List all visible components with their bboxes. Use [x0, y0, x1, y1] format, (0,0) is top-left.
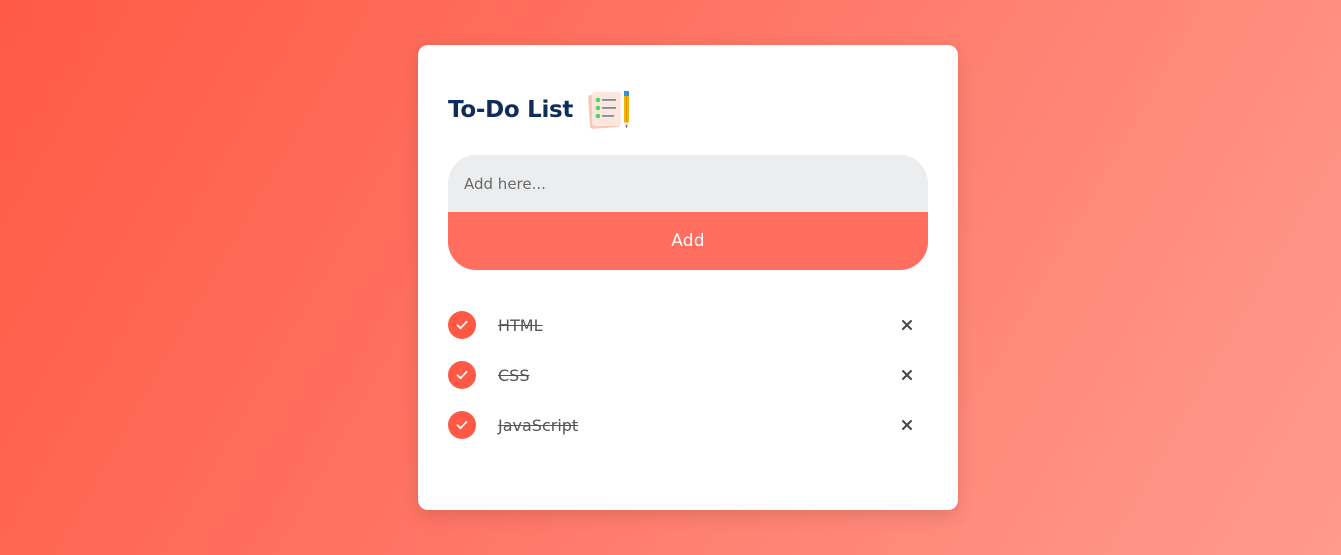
close-icon[interactable] [892, 310, 922, 340]
add-button[interactable]: Add [448, 212, 928, 270]
check-icon[interactable] [448, 361, 476, 389]
todo-card: To-Do List Add here... Add HTML CSS Java… [418, 45, 958, 510]
notepad-pencil-icon [585, 89, 633, 131]
header: To-Do List [448, 90, 633, 130]
list-item[interactable]: CSS [448, 350, 928, 400]
page-title: To-Do List [448, 97, 574, 123]
close-icon[interactable] [892, 360, 922, 390]
task-label: HTML [498, 315, 543, 335]
add-task-form: Add [448, 155, 928, 270]
check-icon[interactable] [448, 311, 476, 339]
task-input[interactable] [448, 155, 928, 212]
task-list: HTML CSS JavaScript [448, 300, 928, 450]
list-item[interactable]: HTML [448, 300, 928, 350]
task-label: JavaScript [498, 415, 579, 435]
list-item[interactable]: JavaScript [448, 400, 928, 450]
close-icon[interactable] [892, 410, 922, 440]
check-icon[interactable] [448, 411, 476, 439]
task-label: CSS [498, 365, 530, 385]
